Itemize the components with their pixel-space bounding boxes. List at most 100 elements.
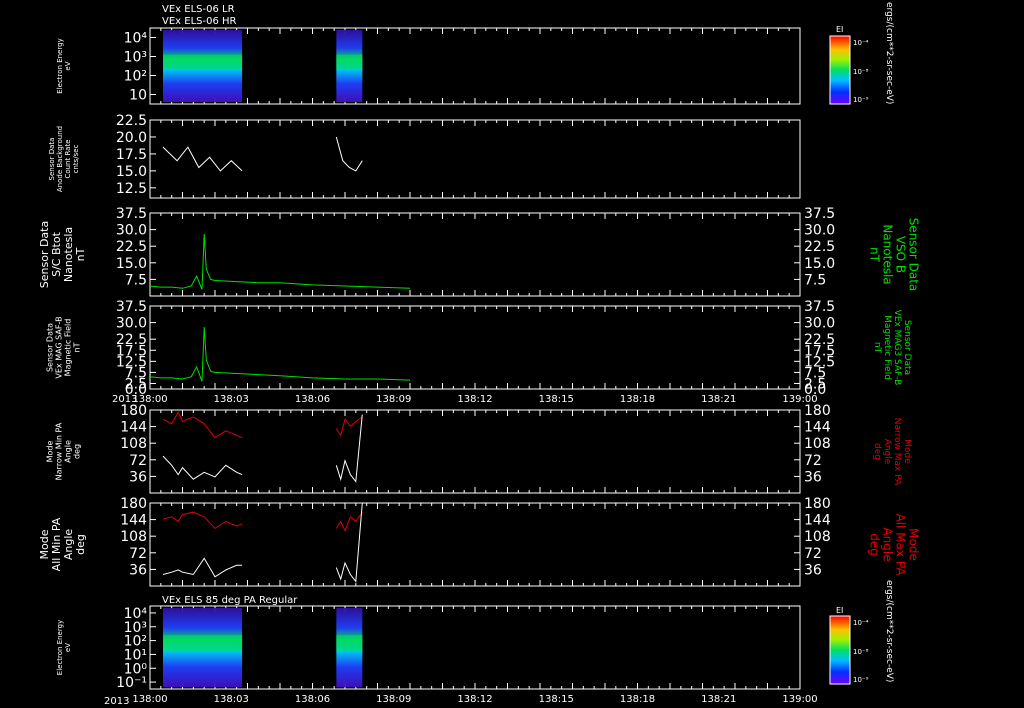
y-tick-label: 10² xyxy=(124,69,147,85)
y-axis-label: nT xyxy=(74,247,87,261)
colorbar1-tick-mid: 10⁻⁸ xyxy=(853,68,869,76)
colorbar1-tick-high: 10⁻⁴ xyxy=(853,39,869,47)
year-label-lower: 2013 xyxy=(104,696,129,707)
y-tick-label-right: 144 xyxy=(804,420,831,436)
y-axis-label: deg xyxy=(74,534,87,555)
y-tick-label: 10 xyxy=(129,88,147,104)
y-tick-label: 10⁴ xyxy=(124,606,148,622)
colorbar1-units: ergs/(cm**2-sr-sec-eV) xyxy=(884,2,894,104)
y-tick-label: 20.0 xyxy=(116,130,147,146)
y-tick-label-right: 72 xyxy=(804,453,822,469)
colorbar2-title: EI xyxy=(836,606,843,615)
y-tick-label: 180 xyxy=(120,403,147,419)
series-line xyxy=(162,511,243,530)
y-tick-label: 12.5 xyxy=(116,181,147,197)
y-tick-label: 17.5 xyxy=(116,147,147,163)
x-tick-label: 138:06 xyxy=(295,694,330,705)
y2-axis-label: VEx MAG3 SAF-B xyxy=(892,310,902,386)
y-axis-label: Angle xyxy=(64,440,73,463)
x-tick-label: 138:21 xyxy=(701,694,736,705)
y-tick-label: 10⁰ xyxy=(124,661,148,677)
y-tick-label: 72 xyxy=(129,546,147,562)
y-axis-label: nT xyxy=(73,342,82,352)
y-tick-label-right: 180 xyxy=(804,403,831,419)
y-tick-label-right: 30.0 xyxy=(804,223,835,239)
y-tick-label: 22.5 xyxy=(116,332,147,348)
y2-axis-label: Sensor Data xyxy=(902,320,912,375)
y-axis-label: Mode xyxy=(46,441,55,463)
series-line xyxy=(335,511,363,532)
y-axis-label: Anode Background xyxy=(56,126,64,192)
y-tick-label: 144 xyxy=(120,420,147,436)
y-axis-label: Sensor Data xyxy=(48,138,56,181)
y-tick-label: 144 xyxy=(120,513,147,529)
y-axis-label: cnts/sec xyxy=(72,144,80,173)
panel-2-frame xyxy=(149,119,801,199)
series-line xyxy=(335,416,363,437)
x-tick-label: 138:18 xyxy=(620,694,655,705)
x-tick-label: 138:21 xyxy=(701,394,736,405)
colorbar2-tick-low: 10⁻⁹ xyxy=(853,676,869,684)
y2-axis-label: nT xyxy=(868,247,882,263)
y2-axis-label: Angle xyxy=(882,439,892,465)
y2-axis-label: Sensor Data xyxy=(907,218,921,292)
y-tick-label-right: 180 xyxy=(804,496,831,512)
y-tick-label: 15.0 xyxy=(116,256,147,272)
y-tick-label-right: 72 xyxy=(804,546,822,562)
y-tick-label: 72 xyxy=(129,453,147,469)
x-tick-label: 138:06 xyxy=(295,394,330,405)
spectrogram-band xyxy=(163,635,243,652)
series-line xyxy=(335,502,363,583)
panel-5-frame xyxy=(149,409,801,494)
y2-axis-label: deg xyxy=(872,443,882,460)
y2-axis-label: VSO B xyxy=(894,236,908,273)
panel-1-frame xyxy=(149,27,801,105)
y2-axis-label: All Max PA xyxy=(894,514,908,577)
colorbar2-tick-mid: 10⁻⁸ xyxy=(853,648,869,656)
y-tick-label: 22.5 xyxy=(116,113,147,129)
y-tick-label: 180 xyxy=(120,496,147,512)
y-tick-label-right: 36 xyxy=(804,562,822,578)
y-tick-label: 10¹ xyxy=(124,647,147,663)
y-tick-label: 10³ xyxy=(124,50,147,66)
y-axis-label: Electron Energy xyxy=(56,38,64,93)
y2-axis-label: deg xyxy=(868,533,882,556)
colorbar2-units: ergs/(cm**2-sr-sec-eV) xyxy=(884,580,894,682)
x-tick-label: 138:12 xyxy=(457,394,492,405)
y-tick-label-right: 36 xyxy=(804,469,822,485)
y-axis-label: Sensor Data xyxy=(46,323,55,372)
y-axis-label: eV xyxy=(64,643,72,652)
y-tick-label: 10⁴ xyxy=(124,31,148,47)
y-tick-label: 10⁻¹ xyxy=(116,675,147,691)
y2-axis-label: Mode xyxy=(907,528,921,561)
y-tick-label: 30.0 xyxy=(116,316,147,332)
y-tick-label: 7.5 xyxy=(125,272,147,288)
y-tick-label: 108 xyxy=(120,436,147,452)
x-tick-label: 138:12 xyxy=(457,694,492,705)
x-tick-label: 138:15 xyxy=(539,694,574,705)
y-tick-label: 36 xyxy=(129,469,147,485)
x-tick-label: 138:09 xyxy=(376,694,411,705)
y-tick-label: 10³ xyxy=(124,620,147,636)
panel7-title: VEx ELS 85 deg PA Regular xyxy=(162,595,298,606)
y-tick-label: 22.5 xyxy=(116,239,147,255)
y-tick-label: 108 xyxy=(120,529,147,545)
header-line-2: VEx ELS-06 HR xyxy=(162,16,237,27)
x-tick-label: 138:00 xyxy=(132,694,167,705)
y-tick-label-right: 144 xyxy=(804,513,831,529)
y2-axis-label: Nanotesla xyxy=(881,224,895,284)
series-line xyxy=(335,136,363,172)
y-axis-label: deg xyxy=(73,444,82,459)
x-tick-label: 138:03 xyxy=(214,394,249,405)
colorbar2-tick-high: 10⁻⁴ xyxy=(853,619,869,627)
y-tick-label-right: 37.5 xyxy=(804,299,835,315)
colorbar xyxy=(829,35,851,105)
series-line xyxy=(149,233,411,290)
y-tick-label-right: 108 xyxy=(804,529,831,545)
series-line xyxy=(162,557,243,578)
series-line xyxy=(162,411,243,439)
y-tick-label-right: 22.5 xyxy=(804,239,835,255)
panel-4-frame xyxy=(149,305,801,390)
x-tick-label: 139:00 xyxy=(782,694,817,705)
x-tick-label: 138:18 xyxy=(620,394,655,405)
